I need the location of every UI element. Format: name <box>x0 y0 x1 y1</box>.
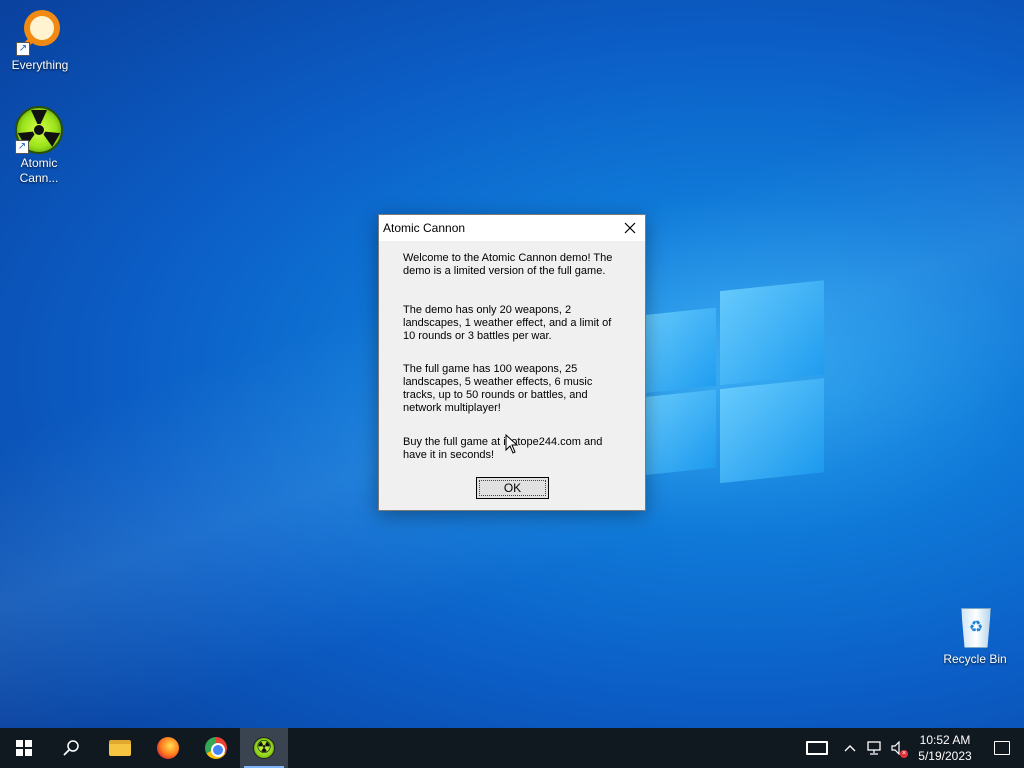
start-button[interactable] <box>0 728 48 768</box>
atomic-cannon-icon <box>253 737 275 759</box>
taskbar-search-button[interactable] <box>48 728 96 768</box>
taskbar-file-explorer[interactable] <box>96 728 144 768</box>
dialog-message-3: The full game has 100 weapons, 25 landsc… <box>403 363 593 414</box>
shortcut-arrow-icon: ↗ <box>16 42 30 56</box>
volume-muted-icon[interactable]: × <box>886 728 910 768</box>
notifications-button[interactable] <box>980 728 1024 768</box>
clock-time: 10:52 AM <box>919 733 971 747</box>
chevron-up-icon <box>844 745 856 752</box>
show-hidden-icons-button[interactable] <box>838 728 862 768</box>
firefox-icon <box>157 737 179 759</box>
search-icon <box>63 740 79 756</box>
taskbar-chrome[interactable] <box>192 728 240 768</box>
desktop-icon-label: Recycle Bin <box>943 652 1007 666</box>
file-explorer-icon <box>109 740 131 756</box>
dialog-title: Atomic Cannon <box>383 221 466 235</box>
taskbar-atomic-cannon[interactable] <box>240 728 288 768</box>
everything-search-icon: ↗ <box>16 8 64 56</box>
desktop-icon-label: Atomic Cann... <box>19 156 59 185</box>
clock-date: 5/19/2023 <box>918 749 972 763</box>
dialog-message-2: The demo has only 20 weapons, 2 landscap… <box>403 304 612 342</box>
start-icon <box>16 740 32 756</box>
atomic-cannon-dialog: Atomic Cannon Welcome to the Atomic Cann… <box>378 214 646 511</box>
desktop-icon-recycle-bin[interactable]: ♻ Recycle Bin <box>937 602 1013 667</box>
ok-button[interactable]: OK <box>476 477 549 499</box>
taskbar-clock[interactable]: 10:52 AM 5/19/2023 <box>910 732 980 764</box>
taskbar-firefox[interactable] <box>144 728 192 768</box>
desktop-icon-atomic-cannon[interactable]: ↗ Atomic Cann... <box>1 106 77 186</box>
desktop-icon-everything[interactable]: ↗ Everything <box>2 8 78 73</box>
news-widget-icon[interactable] <box>806 741 828 755</box>
notification-icon <box>994 741 1010 755</box>
chrome-icon <box>205 737 227 759</box>
system-tray: × 10:52 AM 5/19/2023 <box>796 728 1024 768</box>
radiation-icon: ↗ <box>15 106 63 154</box>
shortcut-arrow-icon: ↗ <box>15 140 29 154</box>
close-button[interactable] <box>615 215 645 241</box>
taskbar: × 10:52 AM 5/19/2023 <box>0 728 1024 768</box>
close-icon <box>624 222 636 234</box>
dialog-message-1: Welcome to the Atomic Cannon demo! The d… <box>403 252 613 277</box>
dialog-titlebar[interactable]: Atomic Cannon <box>379 215 645 241</box>
recycle-bin-icon: ♻ <box>951 602 999 650</box>
desktop-icon-label: Everything <box>11 58 69 72</box>
windows-wallpaper-logo <box>638 280 824 492</box>
mouse-cursor-icon <box>505 434 519 454</box>
network-icon[interactable] <box>862 728 886 768</box>
